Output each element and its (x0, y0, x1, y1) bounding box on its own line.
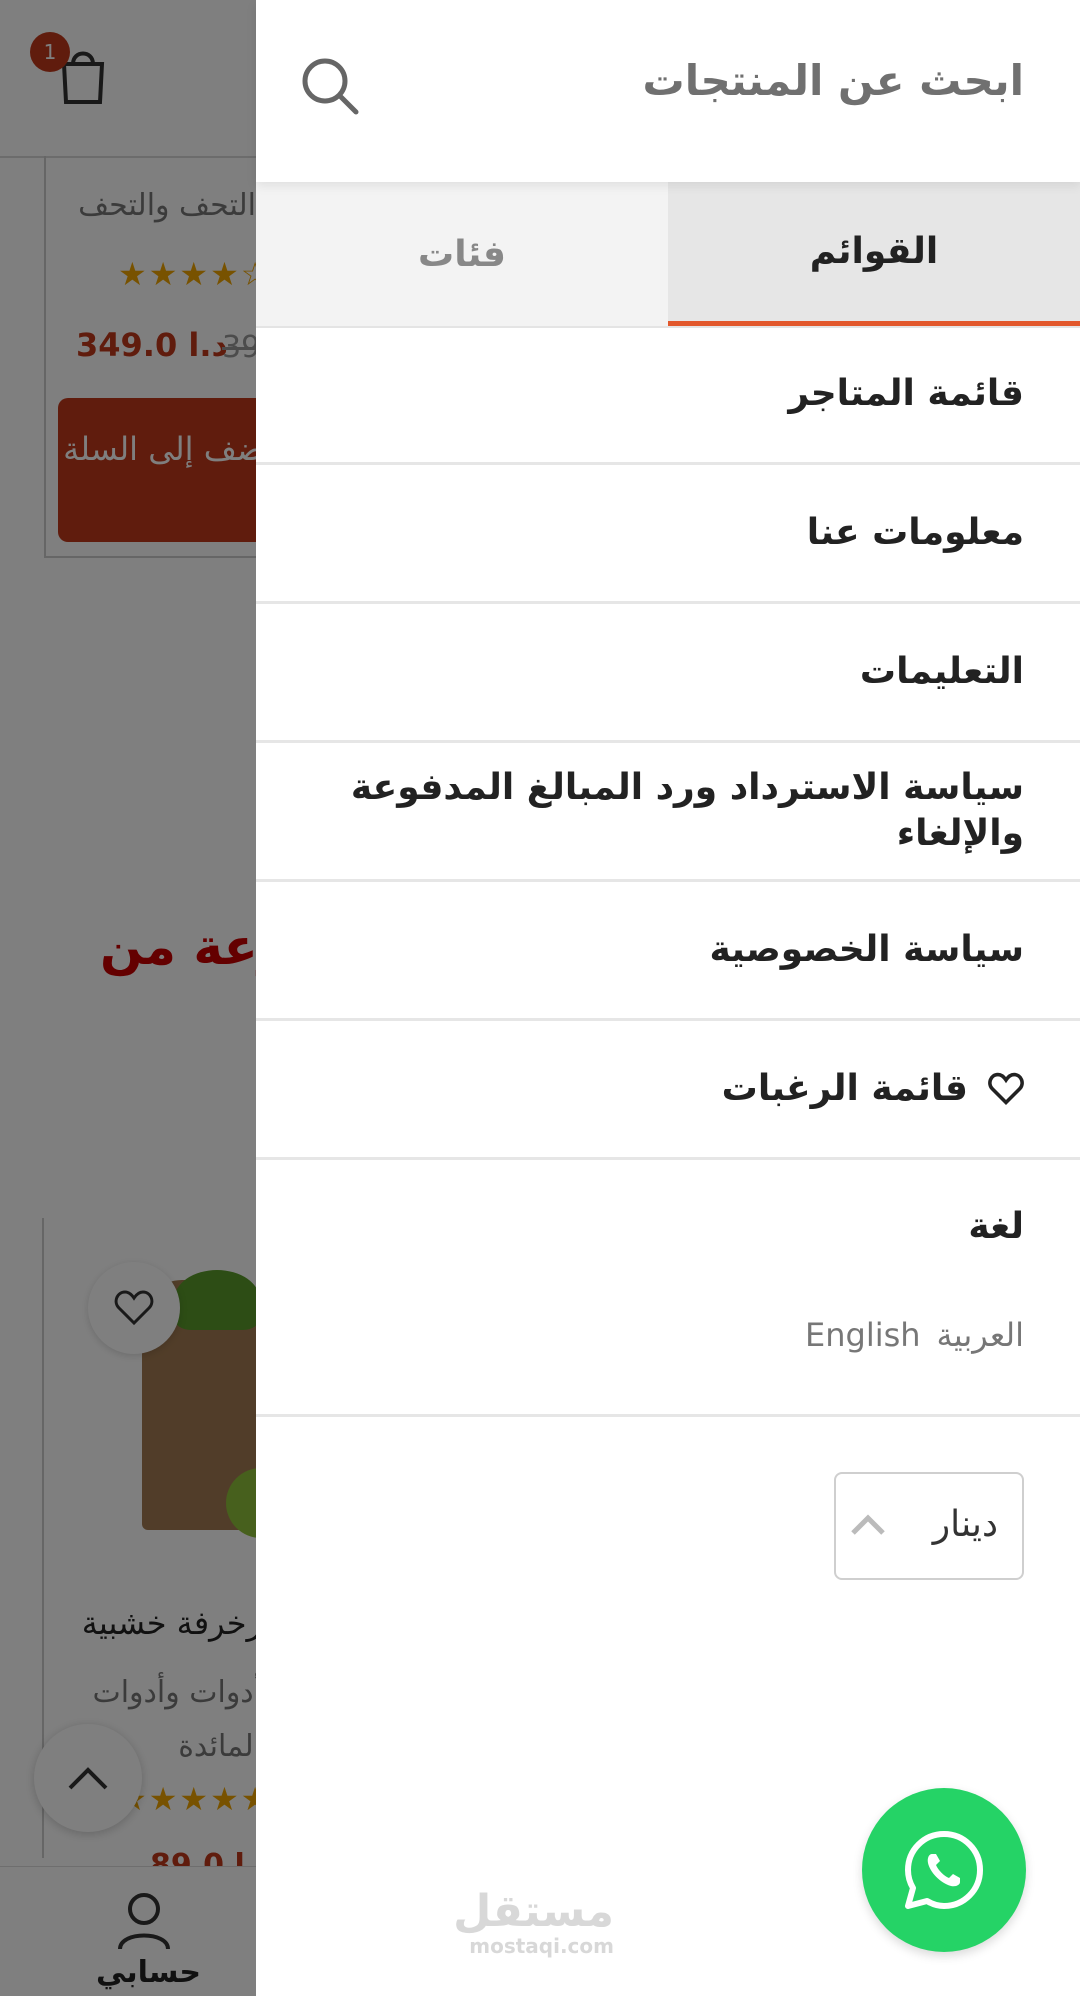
menu-item-wishlist[interactable]: قائمة الرغبات (256, 1021, 1080, 1160)
language-section: لغة العربية English (256, 1152, 1080, 1417)
menu-item-refund-policy[interactable]: سياسة الاسترداد ورد المبالغ المدفوعة وال… (256, 743, 1080, 882)
menu-item-stores-list[interactable]: قائمة المتاجر (256, 326, 1080, 465)
side-drawer: ابحث عن المنتجات القوائم فئات قائمة المت… (256, 0, 1080, 1996)
menu-item-label: قائمة المتاجر (788, 373, 1024, 414)
language-title: لغة (968, 1206, 1024, 1247)
menu-list: قائمة المتاجر معلومات عنا التعليمات سياس… (256, 326, 1080, 1160)
menu-item-label: سياسة الاسترداد ورد المبالغ المدفوعة وال… (350, 767, 1024, 854)
watermark-logo: مستقل mostaqi.com (453, 1886, 614, 1959)
menu-item-label: قائمة الرغبات (721, 1068, 968, 1109)
language-option-arabic[interactable]: العربية (937, 1316, 1024, 1354)
currency-select[interactable]: دينار (834, 1472, 1024, 1580)
search-bar[interactable]: ابحث عن المنتجات (256, 0, 1080, 182)
currency-selected-value: دينار (932, 1504, 998, 1545)
whatsapp-button[interactable] (862, 1788, 1026, 1952)
heart-icon (988, 1072, 1024, 1106)
tab-menus[interactable]: القوائم (668, 182, 1080, 326)
drawer-backdrop[interactable] (0, 0, 256, 1996)
menu-item-about-us[interactable]: معلومات عنا (256, 465, 1080, 604)
menu-item-label: سياسة الخصوصية (709, 929, 1024, 970)
menu-item-label: التعليمات (859, 651, 1024, 692)
menu-item-label: معلومات عنا (806, 512, 1024, 553)
language-option-english[interactable]: English (805, 1316, 921, 1354)
tab-categories[interactable]: فئات (256, 182, 668, 326)
menu-item-faq[interactable]: التعليمات (256, 604, 1080, 743)
chevron-up-icon (851, 1514, 885, 1535)
whatsapp-icon (905, 1831, 983, 1909)
search-input[interactable]: ابحث عن المنتجات (643, 56, 1025, 105)
menu-item-privacy-policy[interactable]: سياسة الخصوصية (256, 882, 1080, 1021)
search-icon[interactable] (300, 56, 360, 116)
language-options: العربية English (789, 1316, 1024, 1354)
drawer-tabs: القوائم فئات (256, 182, 1080, 328)
watermark-arabic: مستقل (453, 1886, 614, 1937)
watermark-latin: mostaqi.com (469, 1934, 614, 1958)
